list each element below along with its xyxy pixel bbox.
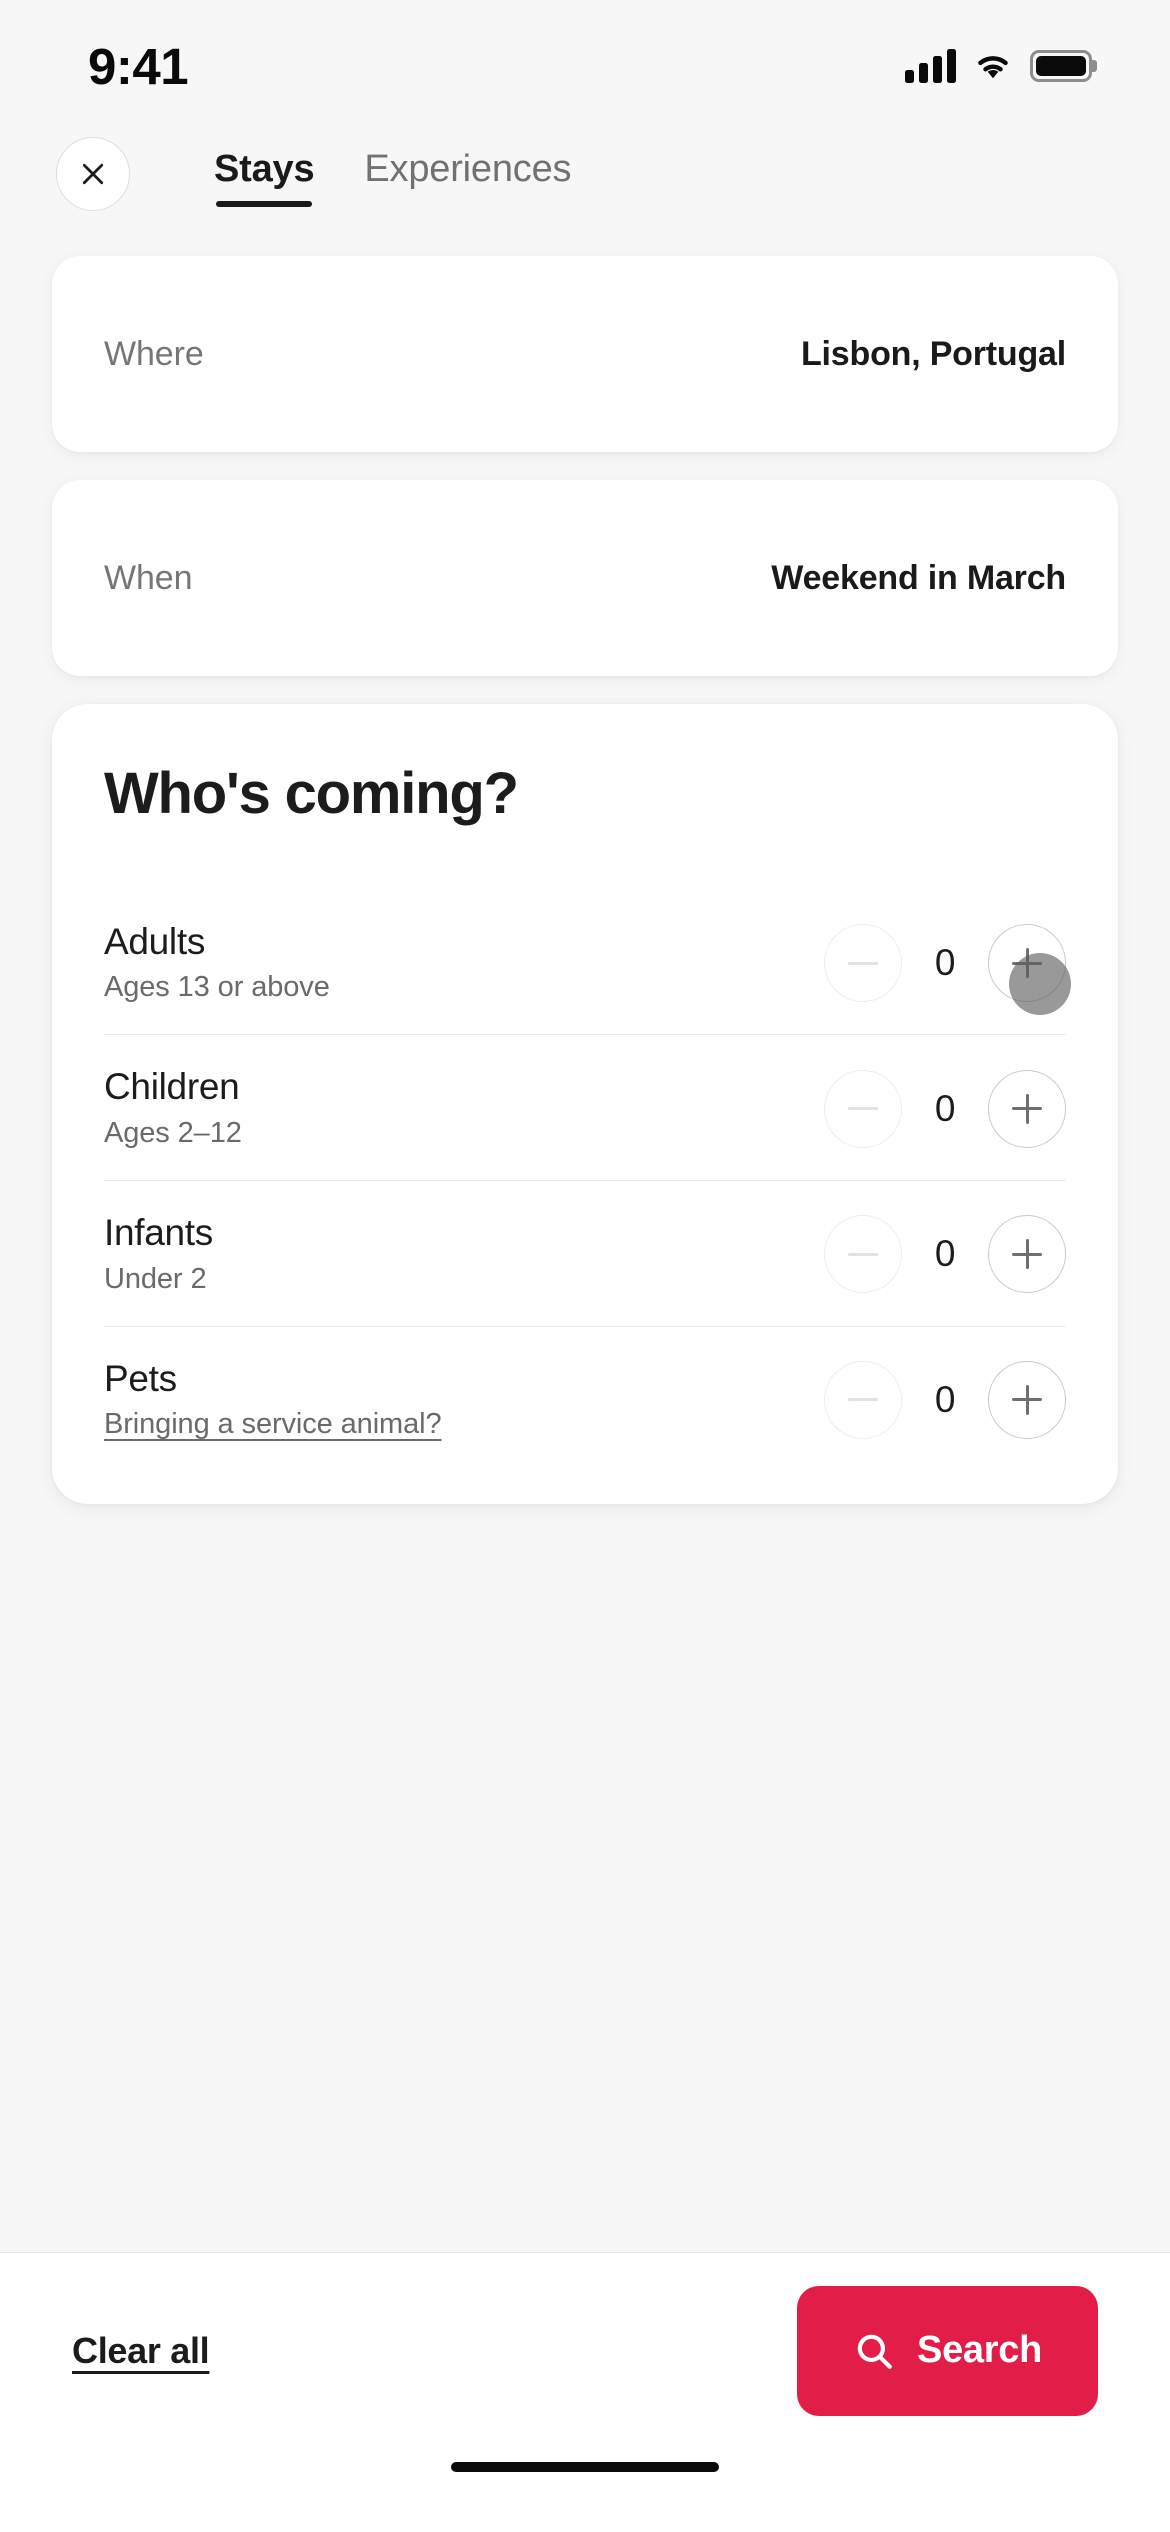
guest-subtitle-adults: Ages 13 or above — [104, 971, 330, 1004]
stepper-children: 0 — [824, 1069, 1066, 1148]
wifi-icon — [978, 56, 1008, 79]
count-pets: 0 — [934, 1378, 956, 1420]
guest-label-children: Children — [104, 1066, 240, 1108]
guest-info: Children Ages 2–12 — [104, 1067, 242, 1150]
increment-adults-button[interactable] — [988, 924, 1071, 1016]
decrement-adults-button[interactable] — [824, 924, 902, 1003]
stepper-adults: 0 — [824, 924, 1071, 1016]
decrement-infants-button[interactable] — [824, 1215, 902, 1294]
search-form: Where Lisbon, Portugal When Weekend in M… — [0, 230, 1170, 2252]
guest-subtitle-infants: Under 2 — [104, 1262, 207, 1295]
count-adults: 0 — [934, 942, 956, 984]
guest-subtitle-children: Ages 2–12 — [104, 1117, 242, 1150]
who-card: Who's coming? Adults Ages 13 or above 0 — [52, 704, 1118, 1504]
home-indicator-area — [0, 2448, 1170, 2532]
increment-children-button[interactable] — [988, 1069, 1066, 1148]
count-children: 0 — [934, 1087, 956, 1129]
bottom-action-bar: Clear all Search — [0, 2252, 1170, 2448]
search-button-label: Search — [917, 2329, 1042, 2371]
tab-stays[interactable]: Stays — [214, 148, 315, 207]
status-icons — [905, 35, 1092, 83]
home-indicator[interactable] — [451, 2462, 719, 2472]
minus-icon — [848, 961, 878, 965]
who-card-title: Who's coming? — [104, 761, 519, 826]
when-label: When — [104, 558, 193, 597]
when-field[interactable]: When Weekend in March — [52, 480, 1118, 676]
decrement-children-button[interactable] — [824, 1069, 902, 1148]
where-label: Where — [104, 334, 204, 373]
minus-icon — [848, 1398, 878, 1402]
stepper-infants: 0 — [824, 1215, 1066, 1294]
tab-experiences[interactable]: Experiences — [364, 148, 571, 201]
increment-pets-button[interactable] — [988, 1360, 1066, 1439]
close-button[interactable] — [56, 137, 130, 211]
count-infants: 0 — [934, 1233, 956, 1275]
signal-bars-icon — [905, 49, 956, 83]
where-field[interactable]: Where Lisbon, Portugal — [52, 256, 1118, 452]
decrement-pets-button[interactable] — [824, 1360, 902, 1439]
guest-info: Infants Under 2 — [104, 1211, 213, 1296]
status-bar: 9:41 — [0, 0, 1170, 118]
increment-infants-button[interactable] — [988, 1215, 1066, 1294]
tab-bar: Stays Experiences — [214, 148, 572, 207]
guest-row-children: Children Ages 2–12 0 — [104, 1035, 1066, 1181]
app-screen: 9:41 Stays Experiences Where Lisbon, Por… — [0, 0, 1170, 2532]
guest-row-infants: Infants Under 2 0 — [104, 1181, 1066, 1327]
search-button[interactable]: Search — [797, 2285, 1098, 2416]
header-bar: Stays Experiences — [0, 118, 1170, 230]
stepper-pets: 0 — [824, 1360, 1066, 1439]
search-icon — [857, 2334, 892, 2369]
guest-row-pets: Pets Bringing a service animal? 0 — [104, 1327, 1066, 1472]
where-value: Lisbon, Portugal — [800, 334, 1066, 373]
guest-label-adults: Adults — [104, 920, 206, 962]
guest-label-pets: Pets — [104, 1357, 177, 1399]
minus-icon — [848, 1252, 878, 1256]
status-time: 9:41 — [88, 37, 189, 95]
service-animal-link[interactable]: Bringing a service animal? — [104, 1408, 442, 1441]
battery-full-icon — [1030, 50, 1092, 82]
guest-row-adults: Adults Ages 13 or above 0 — [104, 890, 1071, 1036]
guest-info: Pets Bringing a service animal? — [104, 1357, 442, 1442]
minus-icon — [848, 1107, 878, 1111]
guest-label-infants: Infants — [104, 1211, 213, 1253]
guest-info: Adults Ages 13 or above — [104, 920, 330, 1005]
when-value: Weekend in March — [771, 558, 1066, 597]
clear-all-button[interactable]: Clear all — [72, 2330, 210, 2372]
close-icon — [82, 163, 104, 185]
